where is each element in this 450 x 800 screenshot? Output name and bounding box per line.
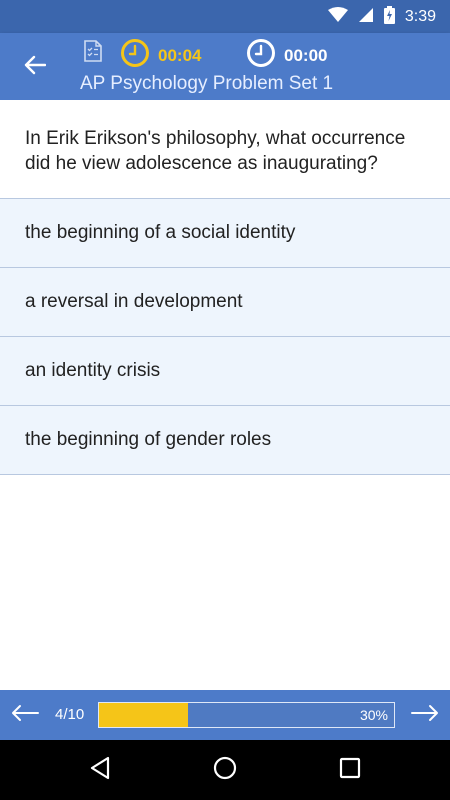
progress-bar: 30%	[98, 702, 395, 728]
elapsed-time: 00:04	[158, 45, 202, 65]
system-back-button[interactable]	[85, 755, 115, 785]
question-text: In Erik Erikson's philosophy, what occur…	[0, 100, 450, 199]
document-checklist-icon[interactable]	[84, 40, 102, 67]
battery-icon	[383, 5, 395, 29]
wifi-icon	[327, 6, 348, 28]
system-recents-button[interactable]	[335, 755, 365, 785]
back-button[interactable]	[18, 51, 52, 83]
answer-option[interactable]: the beginning of gender roles	[0, 406, 450, 475]
system-nav-bar	[0, 740, 450, 800]
total-timer: 00:00	[246, 38, 327, 73]
total-time: 00:00	[284, 45, 328, 65]
elapsed-timer: 00:04	[120, 38, 201, 73]
recents-square-icon	[339, 757, 361, 784]
status-time: 3:39	[404, 8, 436, 25]
signal-icon	[358, 7, 374, 28]
clock-icon	[246, 38, 276, 73]
progress-fill	[99, 703, 188, 727]
answer-option[interactable]: a reversal in development	[0, 268, 450, 337]
next-question-button[interactable]	[408, 700, 442, 730]
back-arrow-icon	[24, 55, 47, 80]
status-bar: 3:39	[0, 0, 450, 33]
system-home-button[interactable]	[210, 755, 240, 785]
previous-question-button[interactable]	[8, 700, 42, 730]
prev-arrow-icon	[11, 704, 39, 727]
clock-icon	[120, 38, 150, 73]
page-title: AP Psychology Problem Set 1	[80, 73, 334, 94]
back-triangle-icon	[88, 756, 112, 785]
page-counter: 4/10	[55, 706, 85, 723]
answer-list: the beginning of a social identity a rev…	[0, 199, 450, 475]
answer-option[interactable]: the beginning of a social identity	[0, 199, 450, 268]
answer-option[interactable]: an identity crisis	[0, 337, 450, 406]
bottom-bar: 4/10 30%	[0, 690, 450, 740]
status-icons: 3:39	[327, 5, 436, 29]
next-arrow-icon	[411, 704, 439, 727]
home-circle-icon	[213, 756, 237, 785]
app-bar: 00:04 00:00 AP Psychology Problem Set 1	[0, 33, 450, 100]
progress-label: 30%	[359, 707, 388, 723]
